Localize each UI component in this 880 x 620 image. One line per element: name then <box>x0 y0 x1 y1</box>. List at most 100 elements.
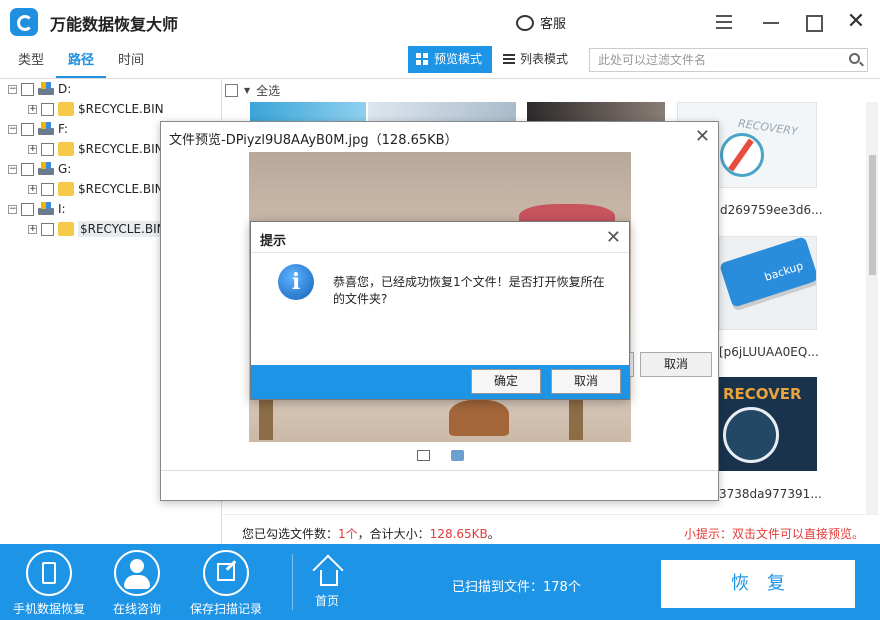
bottom-bar: 手机数据恢复 在线咨询 保存扫描记录 首页 已扫描到文件：178个 恢复 <box>0 544 880 620</box>
folder-label: $RECYCLE.BIN <box>78 142 164 156</box>
phone-recovery-button[interactable]: 手机数据恢复 <box>12 544 86 617</box>
thumb-label: d269759ee3d6... <box>720 203 823 217</box>
thumb-label: 3738da977391... <box>719 487 822 501</box>
preview-footer <box>161 470 718 500</box>
save-scan-button[interactable]: 保存扫描记录 <box>188 544 264 617</box>
status-bar: 您已勾选文件数：1个，合计大小：128.65KB。 小提示：双击文件可以直接预览… <box>222 514 880 544</box>
file-thumbnail[interactable] <box>368 102 516 122</box>
online-consult-button[interactable]: 在线咨询 <box>100 544 174 617</box>
drive-icon <box>38 162 54 176</box>
ok-button[interactable]: 确定 <box>471 369 541 394</box>
list-mode-button[interactable]: 列表模式 <box>494 46 578 73</box>
tab-path[interactable]: 路径 <box>56 44 107 78</box>
menu-icon[interactable] <box>714 12 734 32</box>
preview-mode-button[interactable]: 预览模式 <box>408 46 493 73</box>
prompt-dialog: 提示 ✕ i 恭喜您，已经成功恢复1个文件！是否打开恢复所在的文件夹? 确定 取… <box>250 221 630 400</box>
recover-button[interactable]: 恢复 <box>661 560 855 608</box>
drive-label: I: <box>58 202 66 216</box>
checkbox[interactable] <box>41 102 54 116</box>
actual-size-icon[interactable] <box>451 450 464 461</box>
maximize-icon[interactable] <box>803 12 823 32</box>
file-thumbnail[interactable] <box>527 102 665 122</box>
scrollbar-thumb[interactable] <box>869 155 876 275</box>
tree-folder[interactable]: + $RECYCLE.BIN <box>28 99 164 119</box>
preview-title: 文件预览-DPiyzl9U8AAyB0M.jpg（128.65KB） <box>169 133 458 148</box>
thumb-caption: RECOVER <box>723 385 802 403</box>
app-logo-icon <box>10 8 38 36</box>
checkbox[interactable] <box>41 182 54 196</box>
collapse-icon[interactable]: − <box>8 164 17 174</box>
drive-label: D: <box>58 82 72 96</box>
drive-icon <box>38 202 54 216</box>
preview-mode-label: 预览模式 <box>434 52 483 66</box>
folder-label: $RECYCLE.BIN <box>78 221 168 237</box>
select-all[interactable]: ▼ 全选 <box>225 82 280 99</box>
tree-drive-d[interactable]: − D: <box>8 79 71 99</box>
drive-icon <box>38 122 54 136</box>
tree-folder[interactable]: + $RECYCLE.BIN <box>28 179 164 199</box>
filter-input[interactable]: 此处可以过滤文件名 <box>589 48 868 72</box>
divider <box>251 252 629 253</box>
file-thumbnail[interactable]: backup <box>719 236 817 330</box>
expand-icon[interactable]: + <box>28 144 37 154</box>
export-icon <box>203 550 249 596</box>
folder-label: $RECYCLE.BIN <box>78 182 164 196</box>
checkbox[interactable] <box>21 122 34 136</box>
caret-down-icon: ▼ <box>244 86 251 95</box>
tab-type[interactable]: 类型 <box>6 44 56 78</box>
tree-drive-g[interactable]: − G: <box>8 159 71 179</box>
home-icon <box>312 556 342 586</box>
preview-cancel-button[interactable]: 取消 <box>640 352 712 377</box>
folder-label: $RECYCLE.BIN <box>78 102 164 116</box>
minimize-icon[interactable] <box>761 12 781 32</box>
grid-icon <box>416 53 428 65</box>
tree-drive-i[interactable]: − I: <box>8 199 66 219</box>
drive-label: G: <box>58 162 72 176</box>
expand-icon[interactable]: + <box>28 184 37 194</box>
status-text: 。 <box>487 527 500 541</box>
checkbox[interactable] <box>21 82 34 96</box>
file-thumbnail[interactable] <box>250 102 366 122</box>
checkbox[interactable] <box>41 142 54 156</box>
tab-time[interactable]: 时间 <box>106 44 156 78</box>
checkbox[interactable] <box>21 202 34 216</box>
collapse-icon[interactable]: − <box>8 124 17 134</box>
support-label: 客服 <box>540 17 567 32</box>
selected-size: 128.65KB <box>429 527 488 541</box>
checkbox[interactable] <box>21 162 34 176</box>
tree-folder[interactable]: + $RECYCLE.BIN <box>28 139 164 159</box>
close-icon[interactable]: ✕ <box>606 227 621 248</box>
folder-icon <box>58 102 74 116</box>
folder-icon <box>58 182 74 196</box>
folder-icon <box>58 142 74 156</box>
close-icon[interactable]: ✕ <box>846 11 866 33</box>
expand-icon[interactable]: + <box>28 224 37 234</box>
close-icon[interactable]: ✕ <box>695 126 710 147</box>
bottom-item-label: 在线咨询 <box>112 602 161 616</box>
file-thumbnail[interactable]: RECOVER <box>719 377 817 471</box>
bottom-item-label: 保存扫描记录 <box>189 602 262 616</box>
app-title: 万能数据恢复大师 <box>50 15 179 34</box>
selected-count: 1个 <box>338 527 358 541</box>
folder-icon <box>58 222 74 236</box>
phone-icon <box>26 550 72 596</box>
tree-drive-f[interactable]: − F: <box>8 119 68 139</box>
collapse-icon[interactable]: − <box>8 204 17 214</box>
search-icon[interactable] <box>849 53 860 64</box>
expand-icon[interactable]: + <box>28 104 37 114</box>
fit-screen-icon[interactable] <box>417 450 430 461</box>
person-icon <box>114 550 160 596</box>
status-text: ，合计大小： <box>357 527 430 541</box>
cancel-button[interactable]: 取消 <box>551 369 621 394</box>
tree-folder[interactable]: + $RECYCLE.BIN <box>28 219 168 239</box>
dialog-message: 恭喜您，已经成功恢复1个文件！是否打开恢复所在的文件夹? <box>333 275 605 306</box>
status-text: 您已勾选文件数： <box>242 527 339 541</box>
checkbox[interactable] <box>225 84 238 97</box>
home-button[interactable]: 首页 <box>306 544 348 609</box>
collapse-icon[interactable]: − <box>8 84 17 94</box>
checkbox[interactable] <box>41 222 54 236</box>
support-button[interactable]: 客服 <box>516 13 566 32</box>
select-all-label: 全选 <box>256 84 281 98</box>
bottom-item-label: 手机数据恢复 <box>12 602 85 616</box>
info-icon: i <box>278 264 314 300</box>
